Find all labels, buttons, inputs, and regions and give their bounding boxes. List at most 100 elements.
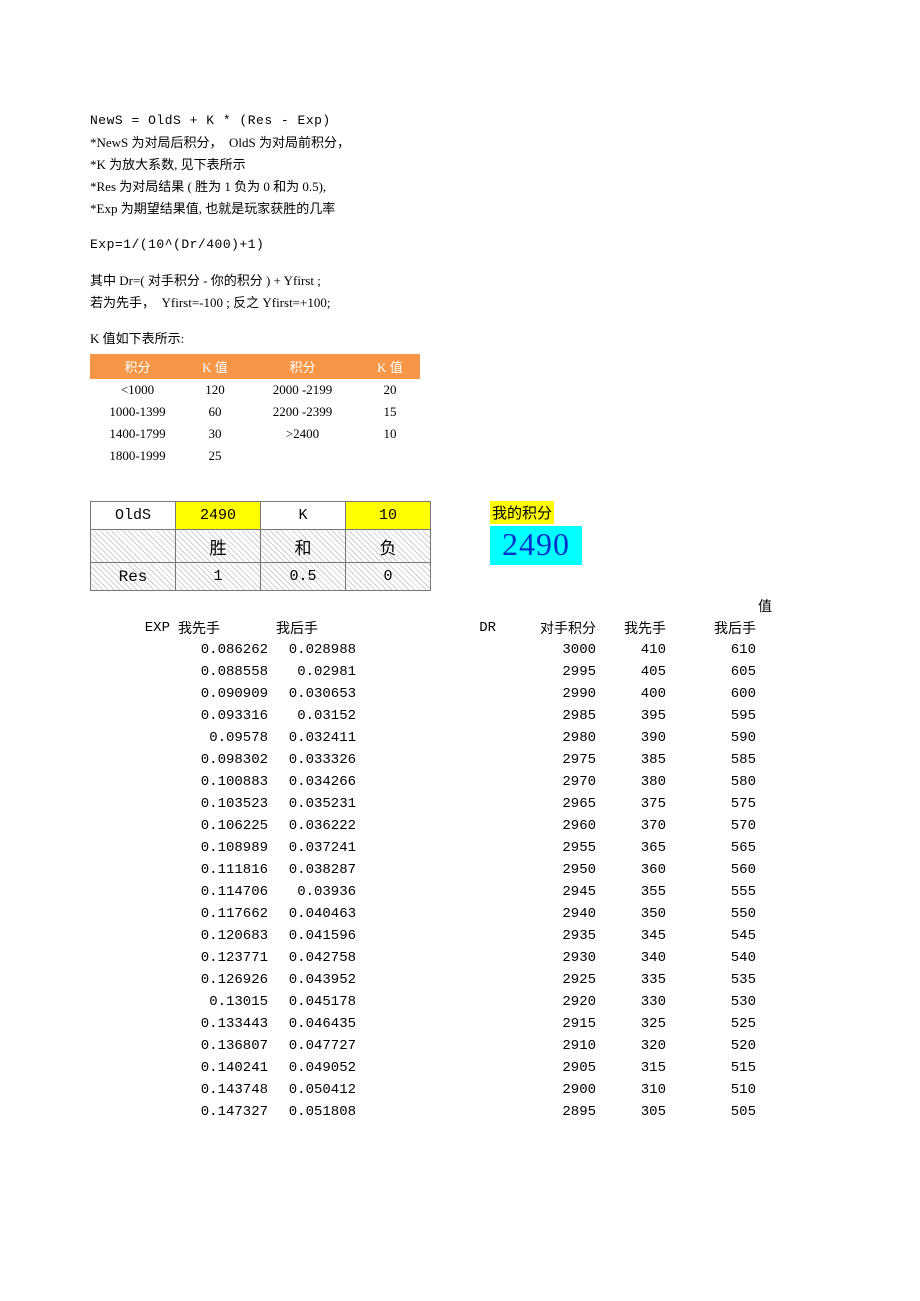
k-label: K (261, 502, 346, 530)
exp-first: 0.147327 (170, 1101, 268, 1123)
exp-first: 0.13015 (170, 991, 268, 1013)
dr-second: 610 (666, 639, 772, 661)
k-table-cell: 25 (185, 445, 245, 467)
opp-score: 2935 (496, 925, 596, 947)
dfirst-header: 我先手 (596, 617, 666, 639)
opp-score: 2995 (496, 661, 596, 683)
exp-second: 0.043952 (268, 969, 356, 991)
dr-first: 350 (596, 903, 666, 925)
empty-cell (90, 793, 170, 815)
k-table-header: 积分 (245, 354, 360, 379)
dr-cell (436, 837, 496, 859)
k-table-header: K 值 (185, 354, 245, 379)
k-table-cell: 2200 -2399 (245, 401, 360, 423)
opp-score: 2940 (496, 903, 596, 925)
exp-second: 0.028988 (268, 639, 356, 661)
empty-cell (90, 925, 170, 947)
dr-second: 535 (666, 969, 772, 991)
dr-cell (436, 793, 496, 815)
k-table-cell: 1400-1799 (90, 423, 185, 445)
empty-cell (90, 947, 170, 969)
dr-cell (436, 1013, 496, 1035)
exp-second: 0.045178 (268, 991, 356, 1013)
k-table-cell: 20 (360, 379, 420, 401)
gap-cell (356, 1057, 436, 1079)
dr-cell (436, 1101, 496, 1123)
gap-cell (356, 661, 436, 683)
gap-cell (356, 1101, 436, 1123)
res-lose: 0 (346, 563, 431, 591)
k-table-cell: 2000 -2199 (245, 379, 360, 401)
dr-first: 380 (596, 771, 666, 793)
opp-score: 2930 (496, 947, 596, 969)
dr-second: 595 (666, 705, 772, 727)
gap-cell (356, 991, 436, 1013)
exp-first: 0.117662 (170, 903, 268, 925)
gap-cell (356, 639, 436, 661)
exp-first: 0.126926 (170, 969, 268, 991)
exp-second: 0.03936 (268, 881, 356, 903)
exp-first: 0.111816 (170, 859, 268, 881)
gap-cell (356, 727, 436, 749)
k-table-cell (245, 445, 360, 467)
k-table-header: 积分 (90, 354, 185, 379)
opp-score: 2970 (496, 771, 596, 793)
gap-cell (356, 1035, 436, 1057)
k-table-cell (360, 445, 420, 467)
dr-second: 560 (666, 859, 772, 881)
empty-cell (90, 1079, 170, 1101)
opp-score: 2990 (496, 683, 596, 705)
opp-score: 2985 (496, 705, 596, 727)
exp-second: 0.036222 (268, 815, 356, 837)
empty-cell (90, 683, 170, 705)
col-win: 胜 (176, 530, 261, 563)
exp-second: 0.03152 (268, 705, 356, 727)
exp-first: 0.093316 (170, 705, 268, 727)
dr-second: 550 (666, 903, 772, 925)
dr-first: 400 (596, 683, 666, 705)
exp-second: 0.034266 (268, 771, 356, 793)
opp-score: 2915 (496, 1013, 596, 1035)
opp-score: 2910 (496, 1035, 596, 1057)
dr-second: 525 (666, 1013, 772, 1035)
opp-score: 3000 (496, 639, 596, 661)
exp-first: 0.086262 (170, 639, 268, 661)
opp-score: 2950 (496, 859, 596, 881)
desc-line: *K 为放大系数, 见下表所示 (90, 154, 920, 176)
exp-first: 0.100883 (170, 771, 268, 793)
desc-line: 若为先手， Yfirst=-100 ; 反之 Yfirst=+100; (90, 292, 920, 314)
empty-cell (90, 749, 170, 771)
exp-second: 0.047727 (268, 1035, 356, 1057)
empty-cell (90, 661, 170, 683)
dr-second: 600 (666, 683, 772, 705)
gap-cell (356, 1013, 436, 1035)
dr-first: 305 (596, 1101, 666, 1123)
exp-second: 0.042758 (268, 947, 356, 969)
exp-second: 0.037241 (268, 837, 356, 859)
dr-cell (436, 925, 496, 947)
gap-cell (356, 815, 436, 837)
exp-first: 0.103523 (170, 793, 268, 815)
dr-second: 540 (666, 947, 772, 969)
dr-cell (436, 969, 496, 991)
dr-second: 530 (666, 991, 772, 1013)
dr-cell (436, 771, 496, 793)
formula-line: Exp=1/(10^(Dr/400)+1) (90, 234, 920, 256)
dr-first: 340 (596, 947, 666, 969)
opp-score: 2975 (496, 749, 596, 771)
opp-score: 2895 (496, 1101, 596, 1123)
opp-score: 2925 (496, 969, 596, 991)
dr-cell (436, 947, 496, 969)
exp-first: 0.140241 (170, 1057, 268, 1079)
empty-cell (90, 991, 170, 1013)
exp-first: 0.143748 (170, 1079, 268, 1101)
k-table: 积分 K 值 积分 K 值 <10001202000 -2199201000-1… (90, 354, 420, 467)
k-table-cell: 15 (360, 401, 420, 423)
exp-second: 0.049052 (268, 1057, 356, 1079)
dr-cell (436, 639, 496, 661)
first-header: 我先手 (170, 617, 268, 639)
res-label: Res (91, 563, 176, 591)
dr-cell (436, 683, 496, 705)
opp-score: 2965 (496, 793, 596, 815)
exp-first: 0.108989 (170, 837, 268, 859)
